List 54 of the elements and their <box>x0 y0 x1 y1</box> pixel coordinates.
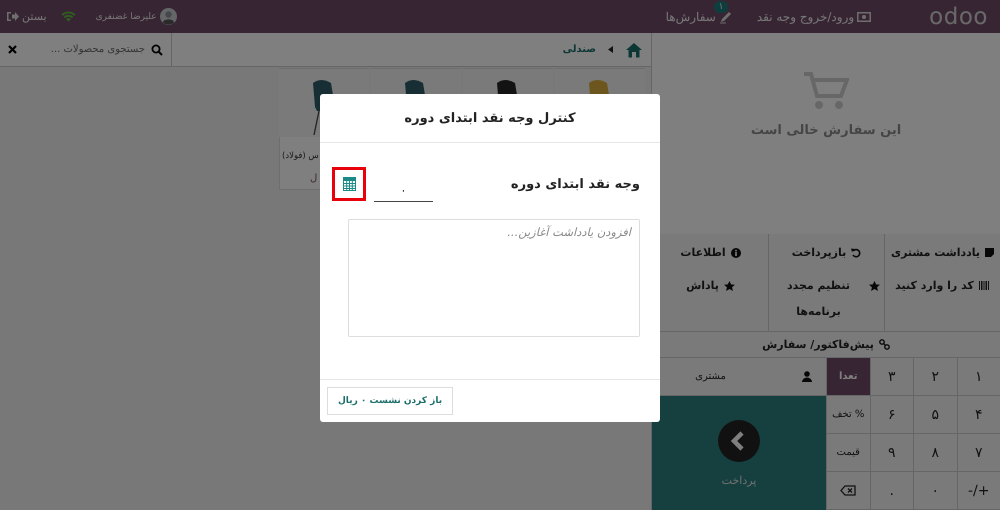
numpad-key[interactable]: ۹ <box>870 434 913 472</box>
empty-order-text: این سفارش خالی است <box>750 123 902 138</box>
search-icon <box>151 44 163 56</box>
user-name: علیرضا غضنفری <box>96 12 157 22</box>
dialog-title: کنترل وجه نقد ابتدای دوره <box>404 110 576 126</box>
product-price: ل <box>310 173 318 184</box>
logo: odoo <box>929 4 988 30</box>
product-name: س (فولاد) <box>282 151 319 161</box>
note-icon <box>985 248 994 258</box>
search-field[interactable]: جستجوی محصولات ... <box>21 43 147 56</box>
calculator-icon <box>342 177 356 191</box>
info-icon <box>730 248 741 258</box>
exit-icon <box>6 11 19 22</box>
numpad-key[interactable]: ۴ <box>956 396 1000 434</box>
link-icon <box>878 339 890 350</box>
numpad-key[interactable]: ۵ <box>913 396 956 434</box>
numpad-key[interactable]: ۱ <box>956 358 1000 396</box>
user-icon <box>802 371 812 382</box>
undo-icon <box>851 248 862 258</box>
wifi-icon <box>60 11 76 22</box>
cart-icon <box>803 71 849 111</box>
caret-icon <box>608 46 613 53</box>
orders-count-badge: ۱ <box>714 0 728 12</box>
field-label: وجه نقد ابتدای دوره <box>510 176 640 192</box>
numpad-key[interactable]: قیمت <box>826 434 870 472</box>
numpad-key[interactable]: ۳ <box>870 358 913 396</box>
chevron-icon <box>718 420 760 462</box>
backspace-key[interactable] <box>826 472 870 510</box>
orders-button[interactable]: سفارش‌ها <box>666 10 733 24</box>
clear-icon[interactable] <box>8 45 17 54</box>
star-icon <box>724 281 735 292</box>
numpad-key[interactable]: تعدا <box>826 358 870 396</box>
open-session-button[interactable]: باز کردن نشست ۰ ریال <box>327 387 454 415</box>
barcode-icon <box>978 281 990 290</box>
avatar-icon <box>160 8 177 25</box>
pencil-icon <box>718 10 733 24</box>
numpad-key[interactable]: ۸ <box>913 434 956 472</box>
numpad-key[interactable]: . <box>870 472 913 510</box>
numpad-key[interactable]: +/- <box>956 472 1000 510</box>
numpad-key[interactable]: ۰ <box>913 472 956 510</box>
numpad-key[interactable]: ۲ <box>913 358 956 396</box>
calculator-button[interactable] <box>332 167 366 201</box>
payment-button[interactable]: پرداخت <box>652 396 826 510</box>
cash-in-out-button[interactable]: ورود/خروج وجه نقد <box>756 10 872 24</box>
opening-note-field[interactable]: افزودن یادداشت آغازین... <box>348 219 640 337</box>
numpad-key[interactable]: ۶ <box>870 396 913 434</box>
banknote-icon <box>857 12 872 22</box>
breadcrumb-link[interactable]: صندلی <box>562 44 596 55</box>
home-icon[interactable] <box>625 42 643 58</box>
numpad-key[interactable]: ۷ <box>956 434 1000 472</box>
close-button[interactable]: بستن <box>6 10 47 23</box>
numpad-key[interactable]: % تخف <box>826 396 870 434</box>
star-icon <box>869 281 880 292</box>
backspace-icon <box>840 485 856 496</box>
